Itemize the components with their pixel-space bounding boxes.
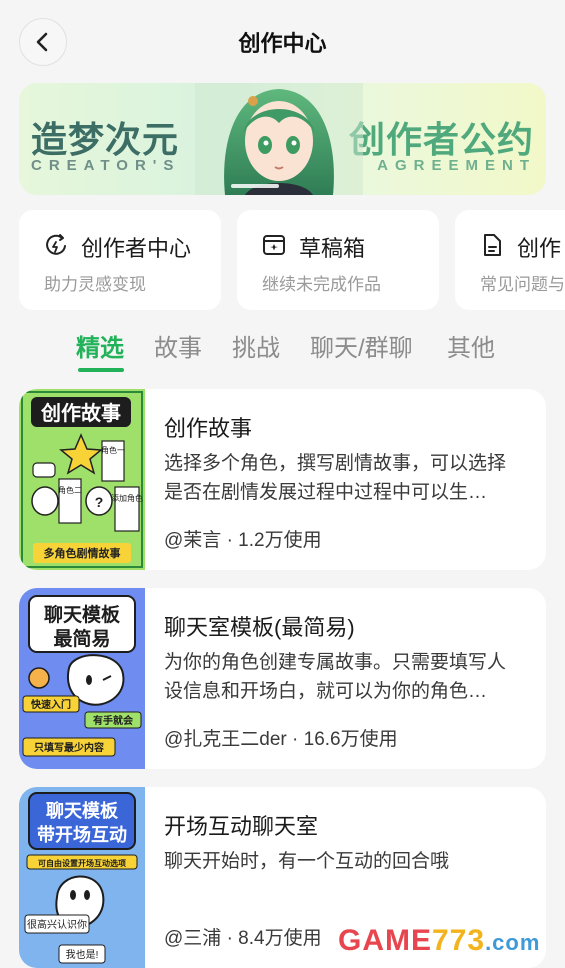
shortcut-creation-help[interactable]: 创作 常见问题与	[455, 210, 565, 310]
thumb-title-line1: 聊天模板	[44, 603, 121, 626]
carousel-indicator	[231, 184, 279, 188]
template-title: 聊天室模板(最简易)	[164, 615, 355, 640]
banner-title-right: 创作者公约	[348, 119, 534, 160]
thumb-tag: 角色二	[58, 485, 82, 495]
active-tab-indicator	[78, 368, 124, 372]
page-title: 创作中心	[238, 31, 327, 56]
svg-text:?: ?	[95, 494, 104, 510]
thumb-footer: 多角色剧情故事	[44, 546, 121, 560]
tab-chat-group[interactable]: 聊天/群聊	[310, 328, 413, 363]
thumb-tag: 快速入门	[30, 698, 71, 711]
site-watermark: GAME773.com	[338, 924, 540, 958]
tab-featured[interactable]: 精选	[76, 328, 124, 363]
banner-subtitle-right: AGREEMENT	[377, 157, 536, 174]
template-card[interactable]: 创作故事 角色一 角色二 添加角色 ? 多角色剧情故事 创作故事 选择多个角色，…	[19, 389, 546, 570]
template-description: 为你的角色创建专属故事。只需要填写人设信息和开场白，就可以为你的角色…	[164, 652, 507, 702]
banner-subtitle-left: CREATOR'S	[31, 157, 181, 174]
shortcut-row: 创作者中心 助力灵感变现 草稿箱 继续未完成作品 创作 常见问题与	[19, 210, 565, 310]
tab-story[interactable]: 故事	[154, 328, 202, 363]
interactive-chat-thumbnail: 聊天模板 带开场互动 可自由设置开场互动选项 很高兴认识你 我也是!	[19, 787, 145, 968]
template-title: 创作故事	[164, 416, 253, 441]
header: 创作中心	[0, 0, 565, 84]
drafts-box-icon	[263, 235, 285, 255]
story-template-thumbnail: 创作故事 角色一 角色二 添加角色 ? 多角色剧情故事	[19, 389, 145, 570]
template-description: 聊天开始时，有一个互动的回合哦	[164, 851, 450, 872]
watermark-text-b: 773	[432, 924, 486, 957]
thumb-title-line2: 最简易	[53, 627, 110, 650]
chat-template-thumbnail: 聊天模板 最简易 快速入门 有手就会 只填写最少内容	[19, 588, 145, 769]
thumb-tag: 添加角色	[111, 493, 143, 503]
thumb-title-line1: 聊天模板	[46, 800, 119, 821]
thumb-tag: 角色一	[101, 445, 125, 455]
shortcut-title: 创作者中心	[81, 236, 192, 261]
thumb-title-line2: 带开场互动	[37, 825, 127, 845]
thumb-tag: 很高兴认识你	[27, 918, 87, 931]
shortcut-title: 创作	[517, 236, 562, 261]
template-meta: @茉言 · 1.2万使用	[164, 530, 322, 551]
thumb-title: 创作故事	[40, 401, 121, 425]
template-meta: @三浦 · 8.4万使用	[164, 928, 322, 949]
banner-title-left: 造梦次元	[31, 119, 180, 160]
creator-center-icon	[46, 234, 66, 255]
template-meta: @扎克王二der · 16.6万使用	[164, 729, 398, 750]
shortcut-drafts[interactable]: 草稿箱 继续未完成作品	[237, 210, 439, 310]
watermark-text-c: .com	[485, 930, 541, 955]
anime-girl-illustration	[195, 83, 363, 195]
tab-other[interactable]: 其他	[447, 328, 495, 363]
shortcut-title: 草稿箱	[299, 236, 366, 261]
thumb-tag: 我也是!	[66, 948, 99, 961]
shortcut-desc: 继续未完成作品	[262, 275, 381, 294]
shortcut-desc: 常见问题与	[480, 275, 565, 294]
document-help-icon	[484, 234, 501, 256]
thumb-tag: 只填写最少内容	[34, 741, 104, 754]
template-title: 开场互动聊天室	[164, 814, 319, 839]
thumb-tag: 有手就会	[93, 714, 133, 727]
template-card[interactable]: 聊天模板 最简易 快速入门 有手就会 只填写最少内容 聊天室模板(最简易) 为你…	[19, 588, 546, 769]
thumb-tag: 可自由设置开场互动选项	[38, 858, 126, 868]
shortcut-creator-center[interactable]: 创作者中心 助力灵感变现	[19, 210, 221, 310]
shortcut-desc: 助力灵感变现	[44, 275, 146, 294]
tab-challenge[interactable]: 挑战	[232, 328, 280, 363]
creator-agreement-banner[interactable]: 造梦次元 CREATOR'S 创作者公约 AGREEMENT	[19, 83, 546, 195]
template-description: 选择多个角色，撰写剧情故事，可以选择是否在剧情发展过程中过程中可以生…	[164, 453, 507, 503]
watermark-text-a: GAME	[338, 924, 432, 957]
